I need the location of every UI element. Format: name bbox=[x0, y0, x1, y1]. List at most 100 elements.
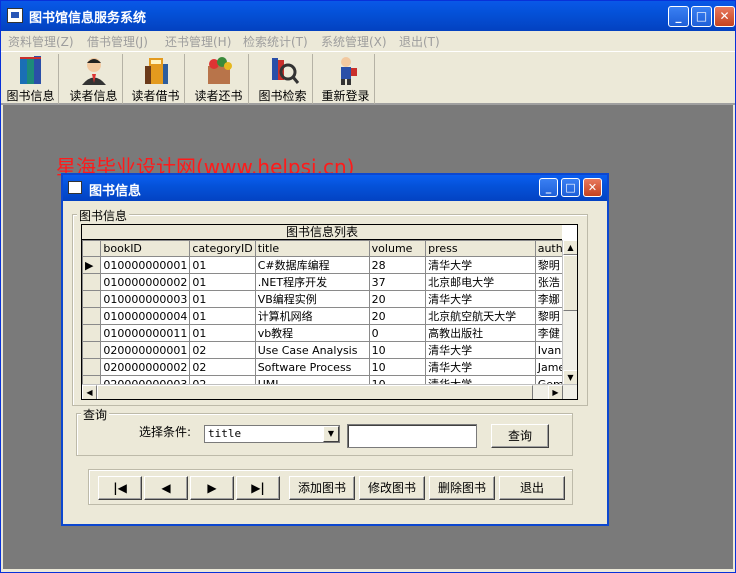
scroll-up-icon[interactable]: ▲ bbox=[563, 240, 577, 255]
row-selector[interactable] bbox=[82, 341, 102, 359]
table-cell[interactable]: 010000000001 bbox=[100, 256, 191, 274]
menu-data-management[interactable]: 资料管理(Z) bbox=[8, 33, 74, 50]
prev-record-button[interactable]: ◀ bbox=[144, 476, 188, 500]
column-header[interactable]: volume bbox=[368, 240, 427, 257]
query-button[interactable]: 查询 bbox=[491, 424, 549, 448]
table-cell[interactable]: 高教出版社 bbox=[425, 324, 536, 342]
condition-select[interactable]: title ▼ bbox=[204, 425, 340, 443]
child-close-button[interactable]: ✕ bbox=[583, 178, 602, 197]
table-cell[interactable]: C#数据库编程 bbox=[254, 256, 370, 274]
scroll-left-icon[interactable]: ◀ bbox=[82, 385, 97, 399]
table-cell[interactable]: 020000000001 bbox=[100, 341, 191, 359]
table-row[interactable]: 020000000002 02 Software Process 10 清华大学 Jame… bbox=[82, 358, 577, 376]
table-cell[interactable]: 010000000003 bbox=[100, 290, 191, 308]
table-cell[interactable]: 0 bbox=[368, 324, 427, 342]
child-title-bar[interactable]: 图书信息 _ □ ✕ bbox=[63, 175, 607, 201]
table-cell[interactable]: 20 bbox=[368, 307, 427, 325]
table-cell[interactable]: vb教程 bbox=[254, 324, 370, 342]
column-header[interactable]: title bbox=[254, 240, 370, 257]
title-bar[interactable]: 图书馆信息服务系统 _ □ ✕ bbox=[1, 1, 735, 31]
child-maximize-button[interactable]: □ bbox=[561, 178, 580, 197]
table-cell[interactable]: 01 bbox=[189, 256, 256, 274]
table-row[interactable]: 010000000002 01 .NET程序开发 37 北京邮电大学 张浩 bbox=[82, 273, 577, 291]
table-cell[interactable]: 20 bbox=[368, 290, 427, 308]
table-cell[interactable]: 010000000002 bbox=[100, 273, 191, 291]
menu-return-management[interactable]: 还书管理(H) bbox=[165, 33, 231, 50]
row-selector[interactable] bbox=[82, 273, 102, 291]
column-header[interactable]: categoryID bbox=[189, 240, 256, 257]
row-selector[interactable] bbox=[82, 290, 102, 308]
table-cell[interactable]: 北京邮电大学 bbox=[425, 273, 536, 291]
toolbar-borrow-button[interactable]: 读者借书 bbox=[127, 54, 185, 104]
table-cell[interactable]: 清华大学 bbox=[425, 341, 536, 359]
table-cell[interactable]: 010000000004 bbox=[100, 307, 191, 325]
delete-book-button[interactable]: 删除图书 bbox=[429, 476, 495, 500]
maximize-button[interactable]: □ bbox=[691, 6, 712, 27]
table-row[interactable]: ▶ 010000000001 01 C#数据库编程 28 清华大学 黎明 bbox=[82, 256, 577, 274]
table-cell[interactable]: 02 bbox=[189, 358, 256, 376]
table-row[interactable]: 010000000011 01 vb教程 0 高教出版社 李健 bbox=[82, 324, 577, 342]
table-cell[interactable]: 28 bbox=[368, 256, 427, 274]
table-cell[interactable]: 010000000011 bbox=[100, 324, 191, 342]
table-cell[interactable]: 01 bbox=[189, 324, 256, 342]
menu-system-management[interactable]: 系统管理(X) bbox=[321, 33, 387, 50]
edit-book-button[interactable]: 修改图书 bbox=[359, 476, 425, 500]
table-row[interactable]: 010000000004 01 计算机网络 20 北京航空航天大学 黎明 bbox=[82, 307, 577, 325]
table-cell[interactable]: 北京航空航天大学 bbox=[425, 307, 536, 325]
column-header[interactable]: press bbox=[425, 240, 536, 257]
column-header[interactable]: bookID bbox=[100, 240, 191, 257]
scroll-thumb[interactable] bbox=[563, 255, 577, 311]
exit-button[interactable]: 退出 bbox=[499, 476, 565, 500]
book-data-grid[interactable]: 图书信息列表 bookID categoryID title volume pr… bbox=[81, 224, 578, 400]
menu-borrow-management[interactable]: 借书管理(J) bbox=[87, 33, 148, 50]
scroll-down-icon[interactable]: ▼ bbox=[563, 370, 577, 385]
books-icon bbox=[14, 54, 48, 86]
toolbar-book-search-button[interactable]: 图书检索 bbox=[253, 54, 313, 104]
table-cell[interactable]: 02 bbox=[189, 341, 256, 359]
minimize-button[interactable]: _ bbox=[668, 6, 689, 27]
menu-search-statistics[interactable]: 检索统计(T) bbox=[243, 33, 308, 50]
table-cell[interactable]: 10 bbox=[368, 341, 427, 359]
table-cell[interactable]: 020000000002 bbox=[100, 358, 191, 376]
query-input[interactable] bbox=[347, 424, 477, 448]
return-icon bbox=[202, 54, 236, 86]
current-row-indicator-icon[interactable]: ▶ bbox=[82, 256, 102, 274]
last-record-button[interactable]: ▶| bbox=[236, 476, 280, 500]
table-cell[interactable]: 01 bbox=[189, 307, 256, 325]
table-cell[interactable]: 01 bbox=[189, 273, 256, 291]
scroll-right-icon[interactable]: ▶ bbox=[548, 385, 563, 399]
grid-vertical-scrollbar[interactable]: ▲ ▼ bbox=[562, 240, 577, 385]
toolbar-return-button[interactable]: 读者还书 bbox=[189, 54, 249, 104]
left-arrow-icon: ◀ bbox=[161, 481, 171, 495]
row-selector[interactable] bbox=[82, 324, 102, 342]
add-book-button[interactable]: 添加图书 bbox=[289, 476, 355, 500]
table-cell[interactable]: Software Process bbox=[254, 358, 370, 376]
borrow-icon bbox=[139, 54, 173, 86]
table-cell[interactable]: Use Case Analysis bbox=[254, 341, 370, 359]
grid-horizontal-scrollbar[interactable]: ◀ ▶ bbox=[82, 384, 577, 399]
table-cell[interactable]: 计算机网络 bbox=[254, 307, 370, 325]
toolbar-reader-info-button[interactable]: 读者信息 bbox=[65, 54, 123, 104]
first-record-button[interactable]: |◀ bbox=[98, 476, 142, 500]
child-minimize-button[interactable]: _ bbox=[539, 178, 558, 197]
table-cell[interactable]: 清华大学 bbox=[425, 290, 536, 308]
next-record-button[interactable]: ▶ bbox=[190, 476, 234, 500]
close-button[interactable]: ✕ bbox=[714, 6, 735, 27]
app-title: 图书馆信息服务系统 bbox=[29, 11, 147, 26]
table-row[interactable]: 020000000001 02 Use Case Analysis 10 清华大学 Iva… bbox=[82, 341, 577, 359]
table-cell[interactable]: 清华大学 bbox=[425, 256, 536, 274]
table-cell[interactable]: 10 bbox=[368, 358, 427, 376]
toolbar-relogin-button[interactable]: 重新登录 bbox=[317, 54, 375, 104]
row-selector[interactable] bbox=[82, 307, 102, 325]
table-cell[interactable]: 清华大学 bbox=[425, 358, 536, 376]
table-cell[interactable]: .NET程序开发 bbox=[254, 273, 370, 291]
scroll-thumb-horizontal[interactable] bbox=[97, 385, 533, 399]
chevron-down-icon[interactable]: ▼ bbox=[323, 426, 339, 442]
table-cell[interactable]: 01 bbox=[189, 290, 256, 308]
table-cell[interactable]: VB编程实例 bbox=[254, 290, 370, 308]
toolbar-book-info-button[interactable]: 图书信息 bbox=[3, 54, 59, 104]
table-row[interactable]: 010000000003 01 VB编程实例 20 清华大学 李娜 bbox=[82, 290, 577, 308]
menu-exit[interactable]: 退出(T) bbox=[399, 33, 440, 50]
row-selector[interactable] bbox=[82, 358, 102, 376]
table-cell[interactable]: 37 bbox=[368, 273, 427, 291]
